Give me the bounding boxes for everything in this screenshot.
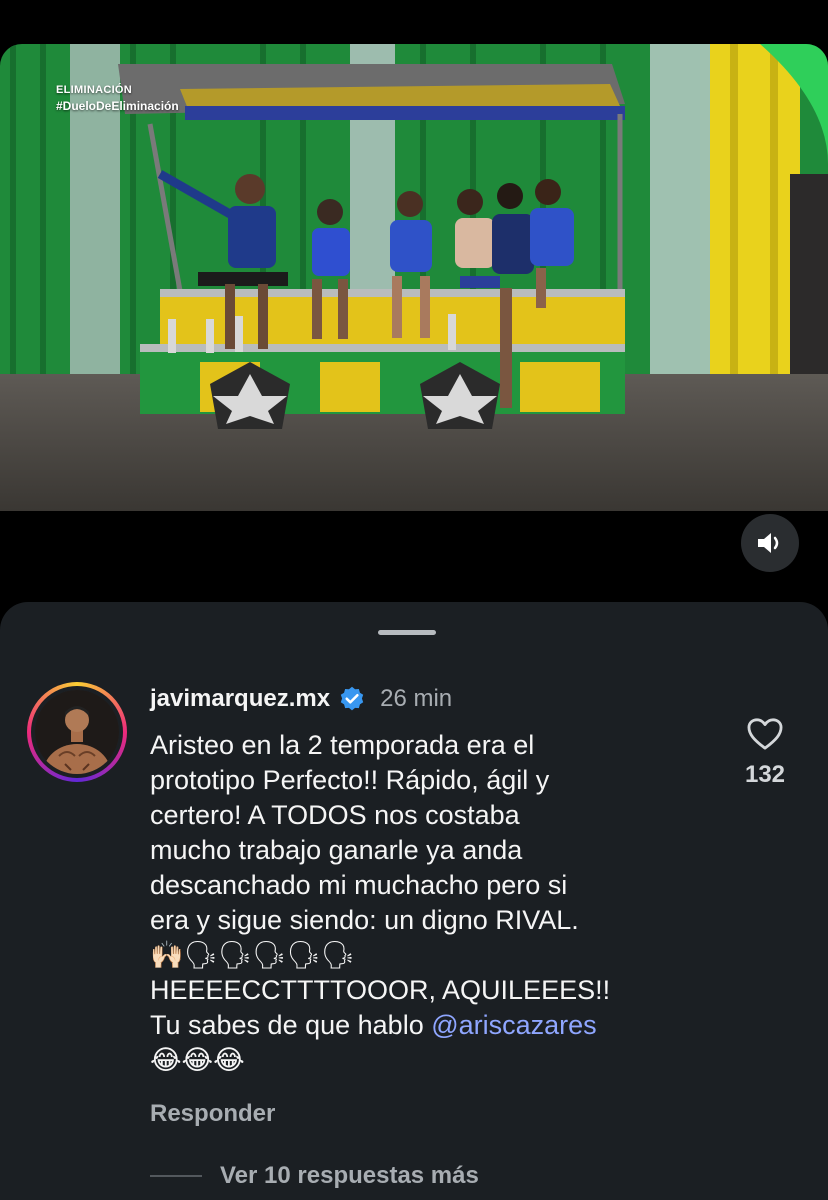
comment-line: prototipo Perfecto!! Rápido, ágil y — [150, 765, 550, 795]
speaker-icon — [758, 533, 779, 553]
profile-photo — [35, 690, 119, 774]
mute-toggle-button[interactable] — [741, 514, 799, 572]
comment-line: era y sigue siendo: un digno RIVAL. — [150, 905, 579, 935]
like-count: 132 — [744, 761, 786, 788]
comment-line: Aristeo en la 2 temporada era el — [150, 730, 535, 760]
avatar[interactable] — [27, 682, 127, 782]
video-player[interactable]: ELIMINACIÓN #DueloDeEliminación — [0, 44, 828, 511]
comment-line: mucho trabajo ganarle ya anda — [150, 835, 523, 865]
comments-sheet: javimarquez.mx 26 min Aristeo en la 2 te… — [0, 602, 828, 1200]
comment-line: 😂😂😂 — [150, 1045, 245, 1075]
verified-badge-icon — [340, 686, 364, 711]
comment-line: certero! A TODOS nos costaba — [150, 800, 520, 830]
mention-link[interactable]: @ariscazares — [431, 1010, 596, 1040]
comment-line: Tu sabes de que hablo — [150, 1010, 432, 1040]
video-frame — [0, 44, 828, 511]
like-button[interactable]: 132 — [735, 717, 795, 789]
view-more-replies-button[interactable]: Ver 10 respuestas más — [150, 1162, 479, 1190]
comment-line: descanchado mi muchacho pero si — [150, 870, 568, 900]
replies-divider — [150, 1175, 202, 1177]
comment-username[interactable]: javimarquez.mx — [150, 685, 330, 713]
view-more-replies-label: Ver 10 respuestas más — [220, 1162, 479, 1189]
comment-timestamp: 26 min — [380, 685, 453, 712]
comment-body: Aristeo en la 2 temporada era el prototi… — [150, 728, 710, 1078]
heart-icon — [747, 718, 783, 750]
comment-header: javimarquez.mx 26 min — [150, 682, 452, 716]
comment-line: HEEEECCTTTTOOOR, AQUILEEES!! — [150, 975, 611, 1005]
video-overlay-title: ELIMINACIÓN — [56, 84, 133, 96]
reply-button[interactable]: Responder — [150, 1100, 275, 1128]
comment-line: 🙌🏻🗣🗣🗣🗣🗣 — [150, 940, 356, 970]
video-overlay-hashtag: #DueloDeEliminación — [56, 99, 179, 113]
sheet-drag-handle[interactable] — [378, 630, 436, 635]
